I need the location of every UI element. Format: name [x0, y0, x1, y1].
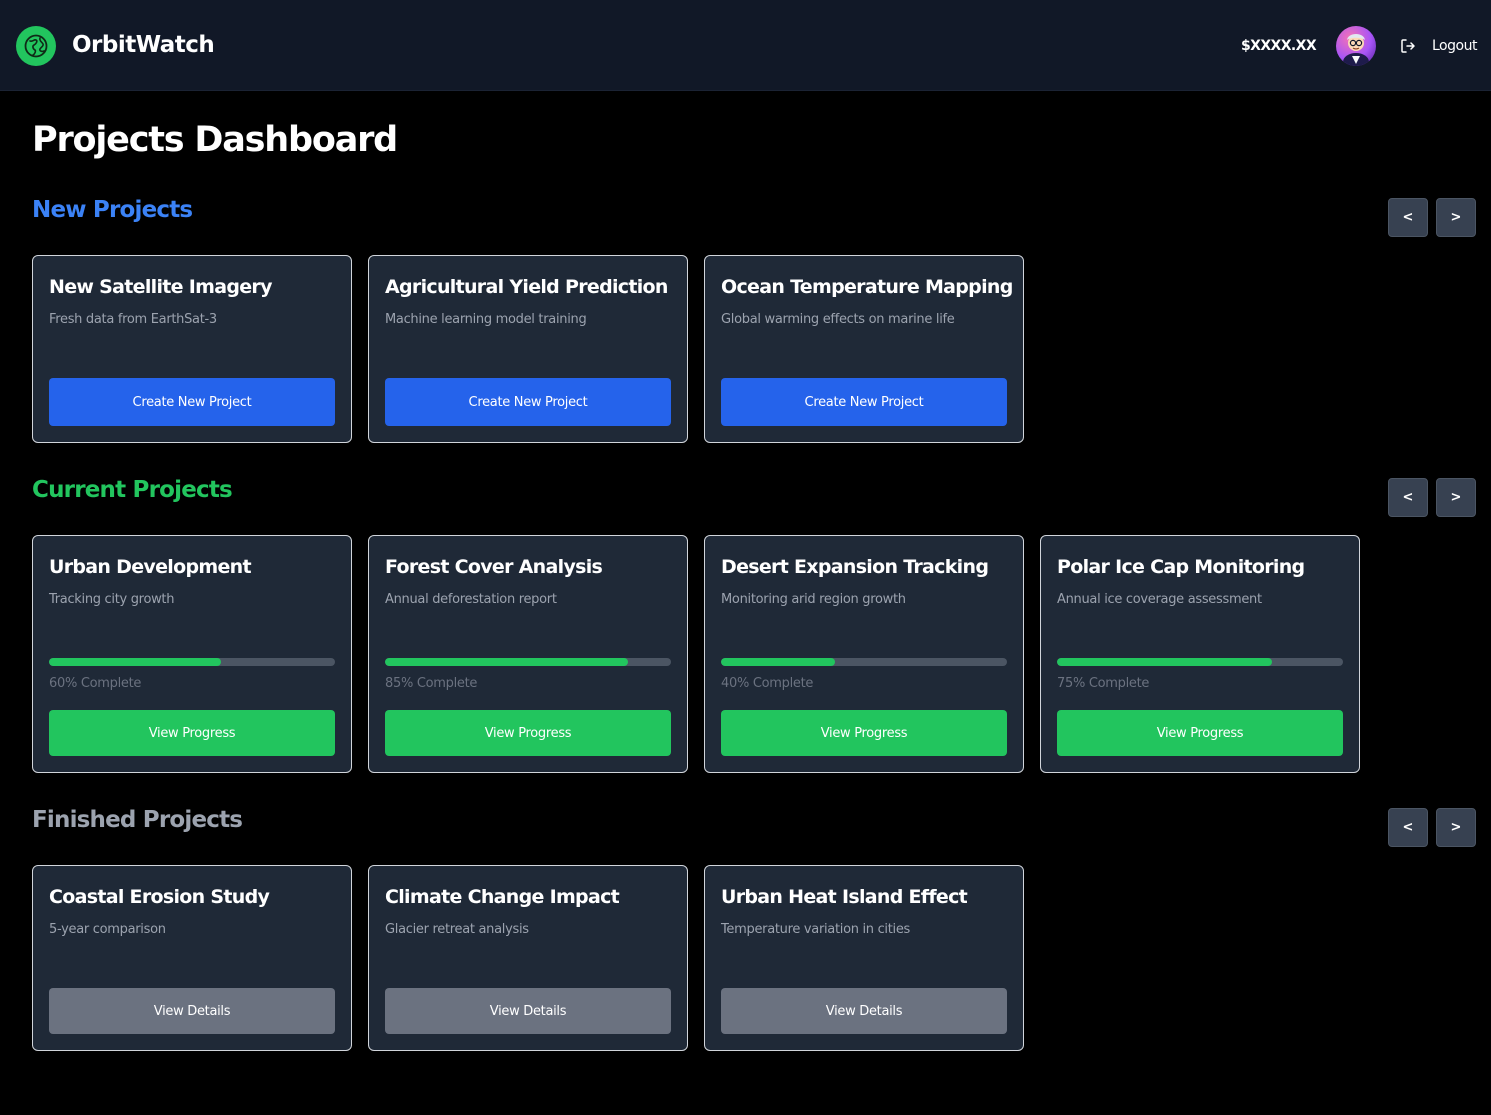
card-title: Forest Cover Analysis	[385, 556, 603, 578]
view-details-button[interactable]: View Details	[385, 988, 671, 1034]
card-description: Annual deforestation report	[385, 592, 557, 607]
progress-label: 85% Complete	[385, 676, 478, 691]
view-details-button[interactable]: View Details	[721, 988, 1007, 1034]
card-title: Urban Development	[49, 556, 252, 578]
card-title: Urban Heat Island Effect	[721, 886, 968, 908]
account-balance: $XXXX.XX	[1241, 38, 1317, 54]
progress-label: 40% Complete	[721, 676, 814, 691]
user-avatar[interactable]	[1336, 26, 1376, 66]
progress-label: 60% Complete	[49, 676, 142, 691]
progress-bar-fill	[49, 658, 221, 666]
current-projects-prev-button[interactable]: <	[1388, 478, 1428, 517]
new-project-card: New Satellite Imagery Fresh data from Ea…	[32, 255, 352, 443]
card-description: Machine learning model training	[385, 312, 587, 327]
logout-label: Logout	[1432, 38, 1477, 54]
new-project-card: Agricultural Yield Prediction Machine le…	[368, 255, 688, 443]
progress-bar	[49, 658, 335, 666]
card-description: Global warming effects on marine life	[721, 312, 955, 327]
card-description: Tracking city growth	[49, 592, 175, 607]
card-description: Monitoring arid region growth	[721, 592, 906, 607]
new-projects-prev-button[interactable]: <	[1388, 198, 1428, 237]
card-description: Glacier retreat analysis	[385, 922, 529, 937]
card-description: Fresh data from EarthSat-3	[49, 312, 217, 327]
progress-bar-fill	[1057, 658, 1272, 666]
view-progress-button[interactable]: View Progress	[721, 710, 1007, 756]
globe-logo-icon[interactable]	[16, 26, 56, 66]
brand-name[interactable]: OrbitWatch	[72, 32, 215, 58]
finished-project-card: Climate Change Impact Glacier retreat an…	[368, 865, 688, 1051]
view-progress-button[interactable]: View Progress	[49, 710, 335, 756]
finished-projects-next-button[interactable]: >	[1436, 808, 1476, 847]
progress-bar-fill	[385, 658, 629, 666]
logout-button[interactable]: Logout	[1399, 36, 1477, 56]
new-project-card: Ocean Temperature Mapping Global warming…	[704, 255, 1024, 443]
section-title-current-projects: Current Projects	[32, 477, 233, 503]
view-progress-button[interactable]: View Progress	[1057, 710, 1343, 756]
card-description: Temperature variation in cities	[721, 922, 911, 937]
top-navbar: OrbitWatch $XXXX.XX Logout	[0, 0, 1491, 91]
card-title: Desert Expansion Tracking	[721, 556, 989, 578]
card-title: Climate Change Impact	[385, 886, 620, 908]
progress-bar	[385, 658, 671, 666]
create-new-project-button[interactable]: Create New Project	[49, 378, 335, 426]
card-title: New Satellite Imagery	[49, 276, 272, 298]
section-title-finished-projects: Finished Projects	[32, 807, 243, 833]
page-title: Projects Dashboard	[32, 120, 398, 160]
card-title: Ocean Temperature Mapping	[721, 276, 1013, 298]
finished-project-card: Urban Heat Island Effect Temperature var…	[704, 865, 1024, 1051]
current-project-card: Desert Expansion Tracking Monitoring ari…	[704, 535, 1024, 773]
section-title-new-projects: New Projects	[32, 197, 193, 223]
card-title: Agricultural Yield Prediction	[385, 276, 668, 298]
current-project-card: Forest Cover Analysis Annual deforestati…	[368, 535, 688, 773]
view-progress-button[interactable]: View Progress	[385, 710, 671, 756]
current-projects-next-button[interactable]: >	[1436, 478, 1476, 517]
progress-bar-fill	[721, 658, 836, 666]
finished-project-card: Coastal Erosion Study 5-year comparison …	[32, 865, 352, 1051]
finished-projects-prev-button[interactable]: <	[1388, 808, 1428, 847]
card-title: Coastal Erosion Study	[49, 886, 270, 908]
progress-bar	[721, 658, 1007, 666]
card-title: Polar Ice Cap Monitoring	[1057, 556, 1305, 578]
progress-label: 75% Complete	[1057, 676, 1150, 691]
view-details-button[interactable]: View Details	[49, 988, 335, 1034]
card-description: 5-year comparison	[49, 922, 166, 937]
progress-bar	[1057, 658, 1343, 666]
current-project-card: Urban Development Tracking city growth 6…	[32, 535, 352, 773]
current-project-card: Polar Ice Cap Monitoring Annual ice cove…	[1040, 535, 1360, 773]
card-description: Annual ice coverage assessment	[1057, 592, 1262, 607]
new-projects-next-button[interactable]: >	[1436, 198, 1476, 237]
logout-icon	[1401, 39, 1415, 53]
create-new-project-button[interactable]: Create New Project	[385, 378, 671, 426]
create-new-project-button[interactable]: Create New Project	[721, 378, 1007, 426]
